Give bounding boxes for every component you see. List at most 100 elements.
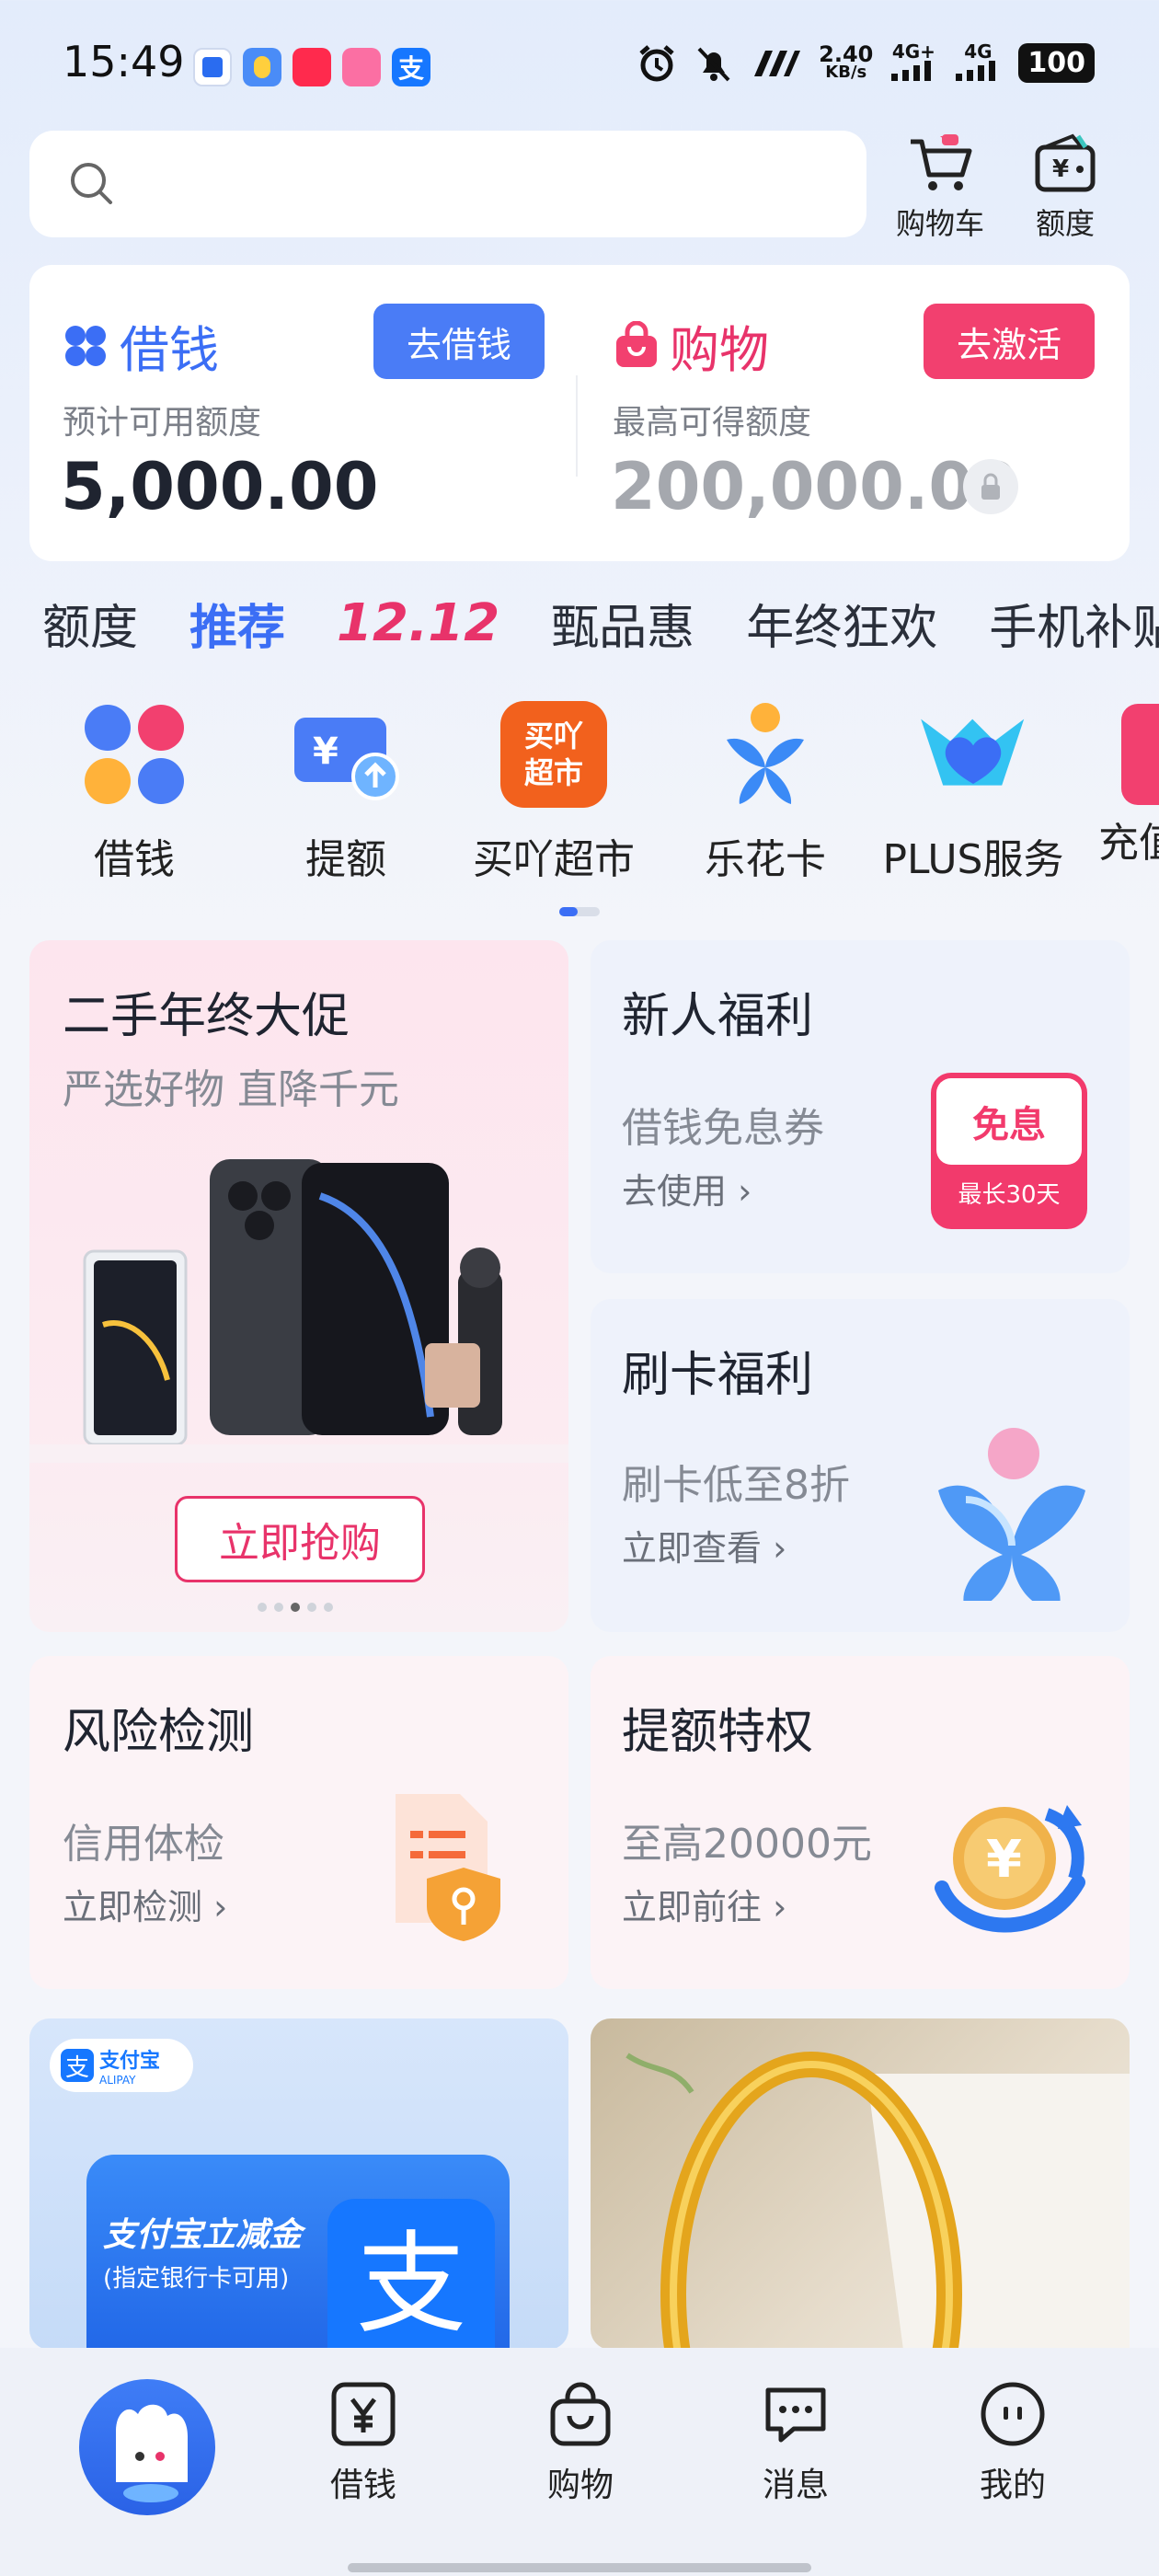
- nav-label: 借钱: [329, 2467, 396, 2504]
- signal-bars-icon: [956, 61, 996, 81]
- app-notification-icon: [342, 48, 381, 86]
- clover-icon: [65, 325, 106, 366]
- risk-link-text: 立即检测: [63, 1887, 203, 1927]
- tab-quota[interactable]: 额度: [42, 589, 138, 658]
- lehua-card-icon: [727, 703, 804, 804]
- tab-phone-subsidy[interactable]: 手机补贴: [989, 589, 1159, 658]
- borrow-title: 借钱: [61, 309, 219, 382]
- tab-year-end[interactable]: 年终狂欢: [746, 589, 937, 658]
- alipay-voucher-subtitle: (指定银行卡可用): [103, 2265, 290, 2293]
- chat-bubble-icon: [765, 2387, 826, 2443]
- service-recharge[interactable]: 充值: [1098, 699, 1159, 868]
- raise-card-title: 提额特权: [622, 1705, 814, 1760]
- supermarket-icon: 买吖 超市: [500, 701, 607, 808]
- cart-button[interactable]: 购物车: [885, 132, 995, 243]
- gold-bangle-image: [625, 2052, 1130, 2350]
- cart-label: 购物车: [895, 206, 984, 241]
- app-notification-icon: [193, 48, 232, 86]
- activate-button[interactable]: 去激活: [924, 304, 1095, 379]
- coupon-main: 免息: [936, 1078, 1082, 1165]
- shopping-bag-icon: [616, 320, 657, 367]
- wallet-icon: ¥: [1035, 133, 1096, 192]
- chevron-right-icon: ›: [738, 1171, 752, 1212]
- card-benefit-subtitle: 刷卡低至8折: [622, 1462, 850, 1509]
- shop-subtitle: 最高可得额度: [613, 404, 812, 442]
- alipay-voucher-title: 支付宝立减金: [103, 2216, 303, 2254]
- service-raise-limit[interactable]: ¥ 提额: [254, 699, 438, 885]
- tab-1212[interactable]: 12.12: [337, 593, 499, 653]
- carousel-dots: [258, 1603, 333, 1612]
- borrow-subtitle: 预计可用额度: [63, 404, 262, 442]
- document-shield-icon: [396, 1794, 500, 1941]
- shop-amount: 200,000.00: [611, 449, 1018, 524]
- status-app-icons: 支: [193, 48, 430, 86]
- alipay-notification-icon: 支: [392, 48, 430, 86]
- chevron-right-icon: ›: [773, 1528, 787, 1569]
- nav-borrow[interactable]: 借钱: [294, 2379, 432, 2506]
- home-indicator: [348, 2563, 811, 2572]
- raise-card-link[interactable]: 立即前往 ›: [622, 1879, 786, 1929]
- recharge-icon: [1121, 704, 1159, 805]
- chevron-right-icon: ›: [773, 1887, 787, 1927]
- svg-text:¥: ¥: [313, 730, 339, 773]
- newbie-card-title: 新人福利: [622, 989, 814, 1044]
- search-icon: [71, 163, 112, 204]
- nav-shop[interactable]: 购物: [511, 2379, 649, 2506]
- yen-square-icon: [331, 2382, 396, 2446]
- buy-now-button[interactable]: 立即抢购: [175, 1496, 425, 1582]
- signal-1: 4G+: [889, 42, 937, 84]
- carousel-dot: [258, 1603, 267, 1612]
- service-lehua-card[interactable]: 乐花卡: [673, 699, 857, 885]
- newbie-card-subtitle: 借钱免息券: [622, 1105, 824, 1152]
- carousel-dot-active: [291, 1603, 300, 1612]
- clover-icon: [85, 705, 184, 804]
- mascot-icon: [116, 2404, 188, 2502]
- carousel-dot: [307, 1603, 316, 1612]
- coin-arrow-icon: ¥: [935, 1805, 1085, 1933]
- home-mascot-button[interactable]: [79, 2379, 215, 2515]
- nav-messages[interactable]: 消息: [727, 2379, 865, 2506]
- borrow-title-text: 借钱: [120, 321, 219, 379]
- net-speed: 2.40 KB/s: [819, 40, 874, 82]
- chevron-right-icon: ›: [213, 1887, 228, 1927]
- nfc-icon: [754, 50, 801, 76]
- raise-link-text: 立即前往: [622, 1887, 763, 1927]
- nav-label: 购物: [546, 2467, 614, 2504]
- tab-recommend[interactable]: 推荐: [189, 589, 285, 658]
- profile-face-icon: [981, 2382, 1045, 2446]
- card-upload-icon: ¥: [294, 718, 399, 800]
- tab-selected-deals[interactable]: 甄品惠: [551, 589, 694, 658]
- nav-profile[interactable]: 我的: [944, 2379, 1082, 2506]
- signal-2: 4G: [954, 42, 1002, 84]
- service-plus[interactable]: PLUS服务: [881, 699, 1065, 885]
- interest-free-coupon: 免息 最长30天: [931, 1073, 1087, 1229]
- card-benefit-title: 刷卡福利: [622, 1348, 814, 1403]
- card-benefit-link[interactable]: 立即查看 ›: [622, 1520, 786, 1570]
- service-label: PLUS服务: [882, 836, 1064, 883]
- service-supermarket[interactable]: 买吖 超市 买吖超市: [462, 699, 646, 885]
- mute-bell-icon: [697, 47, 730, 81]
- service-label: 充值: [1098, 820, 1159, 867]
- shopping-bag-icon: [550, 2382, 611, 2446]
- service-label: 买吖超市: [473, 836, 635, 883]
- signal-bars-icon: [891, 61, 932, 81]
- service-borrow[interactable]: 借钱: [42, 699, 226, 885]
- search-input[interactable]: [29, 131, 866, 237]
- card-benefit-link-text: 立即查看: [622, 1528, 763, 1569]
- risk-card-link[interactable]: 立即检测 ›: [63, 1879, 227, 1929]
- product-devices-image: [29, 1159, 568, 1463]
- status-time: 15:49: [63, 37, 185, 86]
- category-tabs: 额度 推荐 12.12 甄品惠 年终狂欢 手机补贴: [42, 589, 1159, 658]
- battery-level: 100: [1018, 43, 1095, 83]
- newbie-card-link[interactable]: 去使用 ›: [622, 1163, 752, 1213]
- svg-text:¥: ¥: [986, 1830, 1022, 1890]
- risk-card-subtitle: 信用体检: [63, 1821, 224, 1868]
- service-label: 提额: [305, 836, 386, 883]
- plus-heart-icon: [921, 719, 1025, 786]
- nav-label: 我的: [979, 2467, 1046, 2504]
- borrow-button[interactable]: 去借钱: [373, 304, 545, 379]
- lehua-3d-icon: [938, 1428, 1085, 1601]
- borrow-amount: 5,000.00: [61, 449, 379, 524]
- quota-button[interactable]: ¥ 额度: [1010, 132, 1120, 243]
- alipay-big-icon: 支: [327, 2199, 495, 2350]
